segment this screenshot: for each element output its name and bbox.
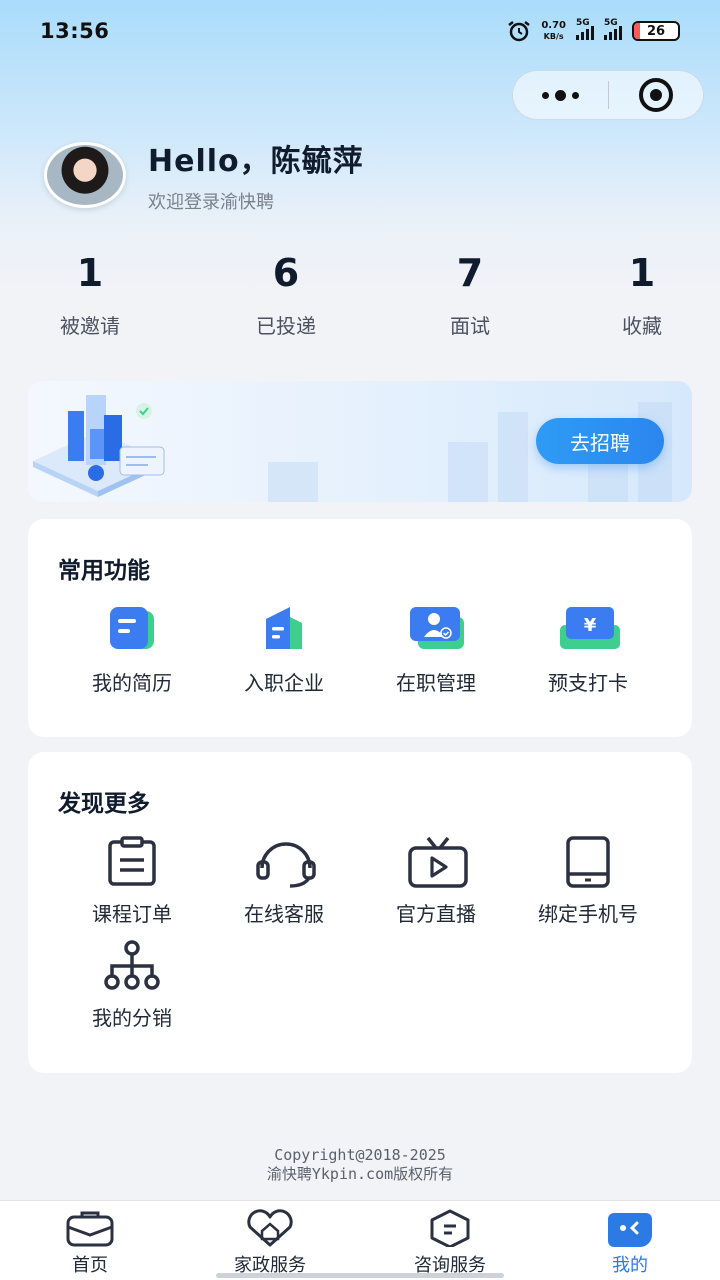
svg-text:¥: ¥ [584,615,597,636]
employee-card-icon [406,605,466,657]
battery-level: 26 [646,23,666,39]
course-orders-button[interactable]: 课程订单 [56,836,208,927]
tab-home[interactable]: 首页 [0,1209,180,1277]
function-label: 在线客服 [244,902,324,926]
employment-management-button[interactable]: 在职管理 [360,605,512,696]
stat-label: 面试 [450,314,490,338]
resume-icon [102,605,162,657]
alarm-icon [508,21,531,42]
copyright-owner: 渝快聘Ykpin.com版权所有 [266,1165,454,1183]
miniprogram-capsule [512,70,704,120]
stat-value: 7 [456,251,484,295]
user-profile[interactable]: Hello，陈毓萍 欢迎登录渝快聘 [44,136,364,214]
hexagon-chat-icon [424,1209,476,1249]
greeting: Hello，陈毓萍 [148,144,364,179]
common-functions-card: 常用功能 我的简历 入职企业 在职管理 ¥ 预支打卡 [28,519,692,737]
tab-housekeeping[interactable]: 家政服务 [180,1209,360,1277]
home-indicator[interactable] [216,1273,504,1278]
network-icon [102,940,162,992]
yen-card-icon: ¥ [558,605,620,657]
function-label: 我的分销 [92,1006,172,1030]
go-recruit-button[interactable]: 去招聘 [536,418,664,464]
stat-value: 6 [272,251,300,295]
status-time: 13:56 [40,19,110,43]
status-indicators: 0.70 KB/s 5G 5G 26 [507,18,680,42]
headset-icon [254,836,316,888]
network-speed-unit: KB/s [543,32,564,41]
stat-invited[interactable]: 1 被邀请 [10,248,170,339]
my-resume-button[interactable]: 我的简历 [56,605,208,696]
copyright: Copyright@2018-2025 渝快聘Ykpin.com版权所有 [0,1146,720,1184]
tv-play-icon [406,836,468,888]
function-label: 入职企业 [244,671,324,695]
briefcase-icon [64,1209,116,1247]
stat-interview[interactable]: 7 面试 [390,248,550,339]
stats-row: 1 被邀请 6 已投递 7 面试 1 收藏 [0,248,720,348]
signal-type: 5G [576,18,590,28]
tab-mine[interactable]: 我的 [540,1209,720,1277]
section-title: 常用功能 [58,558,150,584]
battery-icon: 26 [632,21,680,41]
profile-face-icon [604,1209,656,1247]
network-speed-value: 0.70 [541,20,566,31]
function-label: 我的简历 [92,671,172,695]
function-label: 官方直播 [396,902,476,926]
stat-value: 1 [628,251,656,295]
section-title: 发现更多 [58,791,150,817]
tab-label: 首页 [72,1255,108,1276]
close-miniprogram-button[interactable] [609,71,703,119]
clipboard-icon [102,836,162,888]
signal-icon-2: 5G [604,18,622,40]
stat-favorites[interactable]: 1 收藏 [562,248,720,339]
copyright-line: Copyright@2018-2025 [274,1146,446,1164]
welcome-text: 欢迎登录渝快聘 [148,192,274,213]
function-label: 绑定手机号 [538,902,638,926]
phone-icon [558,836,618,888]
stat-value: 1 [76,251,104,295]
data-illustration-icon [33,395,165,497]
function-label: 预支打卡 [548,671,628,695]
discover-more-card: 发现更多 课程订单 在线客服 官方直播 绑定手机号 我的分销 [28,752,692,1073]
heart-house-icon [244,1209,296,1247]
building-icon [254,605,314,657]
official-live-button[interactable]: 官方直播 [360,836,512,927]
recruit-banner[interactable]: 去招聘 [28,381,692,502]
stat-label: 已投递 [256,314,316,338]
bottom-tab-bar: 首页 家政服务 咨询服务 我的 [0,1200,720,1280]
signal-icon: 5G [576,18,594,40]
advance-clock-in-button[interactable]: ¥ 预支打卡 [512,605,664,696]
stat-label: 收藏 [622,314,662,338]
bind-phone-button[interactable]: 绑定手机号 [512,836,664,927]
my-distribution-button[interactable]: 我的分销 [56,940,208,1031]
stat-applied[interactable]: 6 已投递 [206,248,366,339]
avatar[interactable] [44,142,126,208]
tab-label: 我的 [612,1255,648,1276]
tab-consulting[interactable]: 咨询服务 [360,1209,540,1277]
function-label: 在职管理 [396,671,476,695]
signal-type-2: 5G [604,18,618,28]
more-options-button[interactable] [513,71,608,119]
online-service-button[interactable]: 在线客服 [208,836,360,927]
onboard-company-button[interactable]: 入职企业 [208,605,360,696]
network-speed: 0.70 KB/s [541,20,566,42]
target-icon [639,78,673,112]
function-label: 课程订单 [92,902,172,926]
stat-label: 被邀请 [60,314,120,338]
status-bar: 13:56 0.70 KB/s 5G 5G 26 [0,0,720,62]
